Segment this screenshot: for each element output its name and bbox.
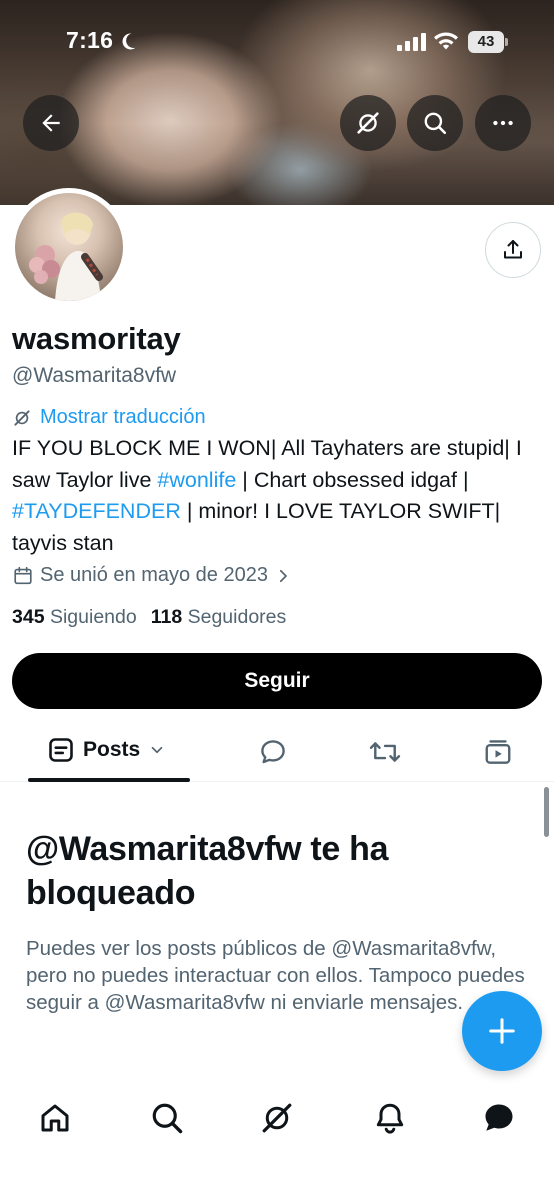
follow-counts: 345 Siguiendo 118 Seguidores xyxy=(12,606,286,629)
chevron-right-icon xyxy=(279,569,287,582)
followers-label: Seguidores xyxy=(187,606,287,628)
status-bar: 7:16 43 xyxy=(0,0,554,80)
follow-button[interactable]: Seguir xyxy=(12,653,542,709)
user-handle: @Wasmarita8vfw xyxy=(12,364,177,387)
bottom-navigation xyxy=(0,1085,554,1200)
chevron-down-icon xyxy=(151,746,163,754)
arrow-left-icon xyxy=(42,114,60,132)
hashtag-link[interactable]: #wonlife xyxy=(157,468,236,492)
followers-link[interactable]: 118 Seguidores xyxy=(151,606,287,629)
joined-date-row[interactable]: Se unió en mayo de 2023 xyxy=(12,564,292,587)
profile-bio: IF YOU BLOCK ME I WON| All Tayhaters are… xyxy=(12,433,542,559)
hashtag-link[interactable]: #TAYDEFENDER xyxy=(12,499,181,523)
following-link[interactable]: 345 Siguiendo xyxy=(12,606,137,629)
tab-posts-label: Posts xyxy=(83,738,141,761)
following-count: 345 xyxy=(12,606,45,628)
status-time: 7:16 xyxy=(66,27,114,53)
scrollbar[interactable] xyxy=(544,787,549,837)
cellular-signal-icon xyxy=(397,33,426,51)
search-icon[interactable] xyxy=(149,1100,185,1136)
more-horizontal-icon xyxy=(493,120,513,126)
messages-icon[interactable] xyxy=(481,1100,517,1136)
moon-icon xyxy=(122,33,136,50)
profile-tabs: Posts xyxy=(0,722,554,782)
profile-avatar[interactable] xyxy=(10,188,128,306)
share-button[interactable] xyxy=(485,222,541,278)
share-icon xyxy=(504,240,522,259)
active-tab-indicator xyxy=(28,778,190,782)
joined-date: Se unió en mayo de 2023 xyxy=(40,564,268,586)
home-icon[interactable] xyxy=(37,1100,73,1136)
media-icon[interactable] xyxy=(483,737,513,767)
search-button[interactable] xyxy=(407,95,463,151)
wifi-icon xyxy=(434,32,458,50)
translate-link-label[interactable]: Mostrar traducción xyxy=(40,406,206,429)
translate-bio-link[interactable]: Mostrar traducción xyxy=(12,406,206,429)
tab-posts[interactable]: Posts xyxy=(47,736,166,764)
calendar-icon xyxy=(14,566,32,584)
reposts-icon[interactable] xyxy=(368,737,402,767)
back-button[interactable] xyxy=(23,95,79,151)
bio-text: | Chart obsessed idgaf | xyxy=(236,467,469,492)
search-icon xyxy=(424,112,447,135)
compose-post-button[interactable] xyxy=(462,991,542,1071)
battery-indicator: 43 xyxy=(468,31,508,53)
grok-icon xyxy=(357,112,379,134)
followers-count: 118 xyxy=(150,606,183,628)
replies-icon[interactable] xyxy=(258,737,288,767)
notifications-icon[interactable] xyxy=(372,1100,408,1136)
blocked-title: @Wasmarita8vfw te ha bloqueado xyxy=(26,830,389,912)
posts-icon xyxy=(49,738,73,762)
grok-icon[interactable] xyxy=(259,1100,295,1136)
following-label: Siguiendo xyxy=(49,606,137,628)
grok-button[interactable] xyxy=(340,95,396,151)
plus-icon xyxy=(489,1018,515,1044)
battery-level: 43 xyxy=(468,31,504,53)
more-options-button[interactable] xyxy=(475,95,531,151)
translate-icon xyxy=(14,409,30,426)
display-name: wasmoritay xyxy=(12,321,181,356)
blocked-description: Puedes ver los posts públicos de @Wasmar… xyxy=(26,937,525,1014)
avatar-image xyxy=(15,193,123,301)
